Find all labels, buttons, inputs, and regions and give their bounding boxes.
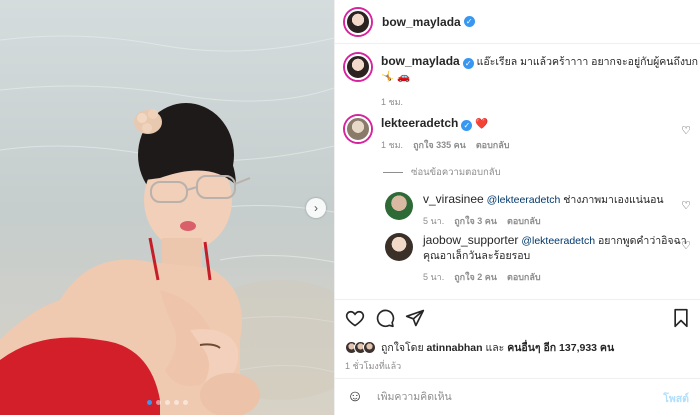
posted-time: 1 ชั่วโมงที่แล้ว: [345, 361, 402, 371]
hide-replies-button[interactable]: ซ่อนข้อความตอบกลับ: [383, 165, 501, 180]
likes-summary: ถูกใจโดย atinnabhan และ คนอื่นๆ อีก 137,…: [345, 339, 614, 356]
liker-avatars: [345, 341, 376, 354]
replier-avatar[interactable]: [385, 233, 413, 261]
replier-avatar[interactable]: [385, 192, 413, 220]
divider: [383, 172, 403, 173]
next-slide-button[interactable]: ›: [306, 198, 326, 218]
reply-time: 5 นา.: [423, 272, 445, 282]
carousel-dot: [155, 400, 161, 405]
post-comment-button[interactable]: โพสต์: [663, 390, 689, 407]
reply-time: 5 นา.: [423, 216, 445, 226]
like-reply-heart-icon[interactable]: ♡: [681, 239, 691, 252]
verified-badge-icon: ✓: [462, 58, 474, 69]
instagram-post-dialog: › bow_maylada ✓ bow_maylada ✓ แอ๊ะเรียล ม…: [0, 0, 700, 415]
action-bar: [335, 299, 700, 337]
comment-text: ❤️: [475, 118, 489, 130]
post-side-panel: bow_maylada ✓ bow_maylada ✓ แอ๊ะเรียล มาแ…: [334, 0, 700, 415]
verified-badge-icon: ✓: [463, 16, 475, 27]
likes-prefix: ถูกใจโดย: [381, 342, 424, 354]
author-avatar[interactable]: [345, 8, 371, 35]
carousel-dot: [173, 400, 179, 405]
comment-likes[interactable]: ถูกใจ 335 คน: [413, 138, 466, 153]
reply-button[interactable]: ตอบกลับ: [476, 138, 510, 153]
reply-text-line-2: คุณอาเล็กวันละร้อยรอบ: [423, 250, 531, 262]
send-icon[interactable]: [405, 308, 425, 328]
caption-username[interactable]: bow_maylada: [381, 54, 460, 68]
reply: v_virasinee @lekteeradetch ช่างภาพมาเองแ…: [385, 192, 664, 229]
replier-username[interactable]: jaobow_supporter: [423, 233, 518, 247]
reply-likes[interactable]: ถูกใจ 2 คน: [454, 270, 497, 285]
likes-user[interactable]: atinnabhan: [427, 342, 483, 354]
likes-middle: และ: [485, 342, 505, 354]
caption-time: 1 ชม.: [381, 97, 404, 107]
like-comment-heart-icon[interactable]: ♡: [681, 124, 691, 137]
caption-avatar[interactable]: [345, 54, 371, 80]
replier-username[interactable]: v_virasinee: [423, 192, 484, 206]
reply: jaobow_supporter @lekteeradetch อยากพูดค…: [385, 233, 687, 285]
carousel-dot: [182, 400, 188, 405]
heart-icon[interactable]: [345, 308, 365, 328]
comments-list[interactable]: bow_maylada ✓ แอ๊ะเรียล มาแล้วคร้าาาา อยา…: [335, 44, 700, 299]
hide-replies-label: ซ่อนข้อความตอบกลับ: [411, 167, 501, 178]
like-reply-heart-icon[interactable]: ♡: [681, 199, 691, 212]
carousel-indicator: [0, 400, 334, 405]
caption: bow_maylada ✓ แอ๊ะเรียล มาแล้วคร้าาาา อยา…: [345, 54, 700, 110]
post-header: bow_maylada ✓: [335, 0, 700, 44]
author-username[interactable]: bow_maylada: [382, 15, 461, 29]
bookmark-icon[interactable]: [671, 308, 691, 328]
reply-mention[interactable]: @lekteeradetch: [521, 235, 595, 247]
reply-button[interactable]: ตอบกลับ: [507, 214, 541, 229]
reply-button[interactable]: ตอบกลับ: [507, 270, 541, 285]
commenter-username[interactable]: lekteeradetch: [381, 116, 458, 130]
carousel-dot-active: [146, 400, 152, 405]
commenter-avatar[interactable]: [345, 116, 371, 142]
carousel-dot: [164, 400, 170, 405]
reply-mention[interactable]: @lekteeradetch: [487, 194, 561, 206]
add-comment-bar: ☺ โพสต์: [335, 378, 700, 415]
liker-avatar: [363, 341, 376, 354]
reply-text: ช่างภาพมาเองแน่นอน: [563, 194, 664, 206]
chevron-right-icon: ›: [314, 201, 318, 215]
post-media[interactable]: ›: [0, 0, 334, 415]
comment-icon[interactable]: [375, 308, 395, 328]
likes-others[interactable]: คนอื่นๆ อีก 137,933 คน: [507, 339, 614, 356]
verified-badge-icon: ✓: [461, 120, 473, 131]
reply-text: อยากพูดคำว่าอิจฉา: [597, 235, 687, 247]
comment: lekteeradetch ✓ ❤️ 1 ชม. ถูกใจ 335 คน ตอบ…: [345, 116, 509, 153]
reply-likes[interactable]: ถูกใจ 3 คน: [454, 214, 497, 229]
comment-input[interactable]: [377, 391, 647, 403]
comment-time: 1 ชม.: [381, 140, 404, 150]
post-photo: [0, 0, 334, 415]
emoji-smile-icon[interactable]: ☺: [345, 387, 365, 407]
